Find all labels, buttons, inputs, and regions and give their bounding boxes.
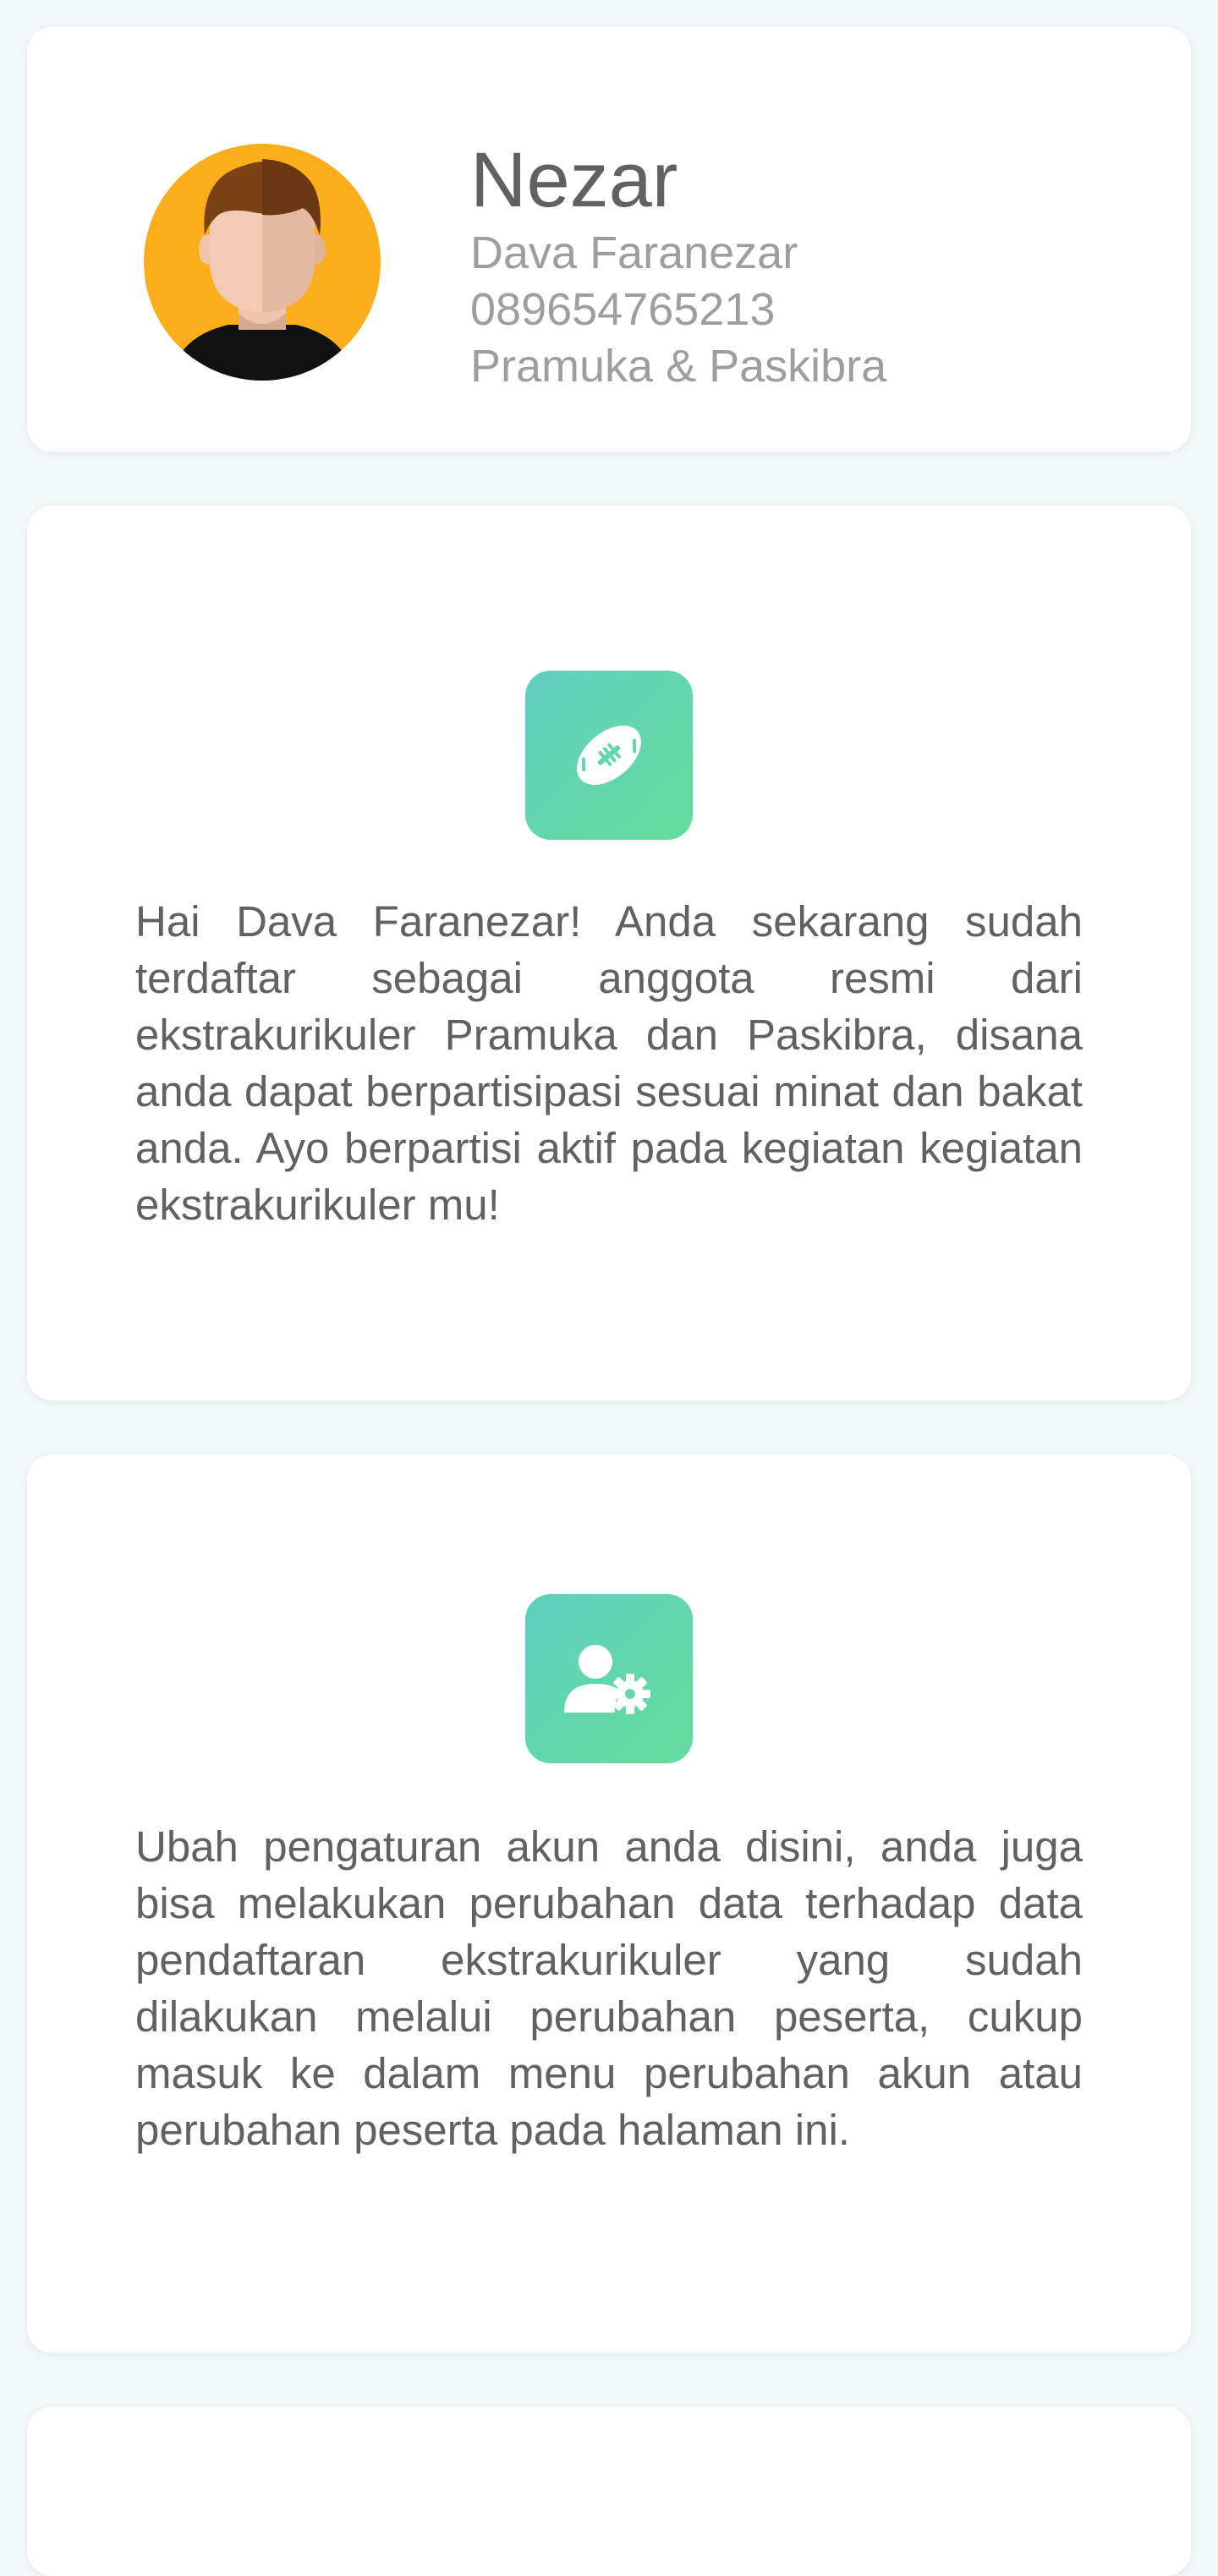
- extracurricular-info-text: Hai Dava Faranezar! Anda sekarang sudah …: [135, 897, 1083, 1229]
- user-settings-icon: [525, 1594, 693, 1763]
- user-avatar-icon: [144, 144, 381, 381]
- profile-extracurricular: Pramuka & Paskibra: [470, 341, 887, 392]
- profile-full-name: Dava Faranezar: [470, 227, 798, 278]
- account-settings-text: Ubah pengaturan akun anda disini, anda j…: [135, 1822, 1083, 2154]
- profile-card: Nezar Dava Faranezar 089654765213 Pramuk…: [27, 27, 1191, 452]
- profile-info: Nezar Dava Faranezar 089654765213 Pramuk…: [470, 135, 886, 395]
- account-settings-card[interactable]: Ubah pengaturan akun anda disini, anda j…: [27, 1455, 1191, 2353]
- football-icon: [525, 671, 693, 840]
- profile-phone: 089654765213: [470, 284, 776, 335]
- profile-nickname: Nezar: [470, 137, 678, 223]
- next-card[interactable]: [27, 2407, 1191, 2576]
- extracurricular-info-card[interactable]: Hai Dava Faranezar! Anda sekarang sudah …: [27, 506, 1191, 1400]
